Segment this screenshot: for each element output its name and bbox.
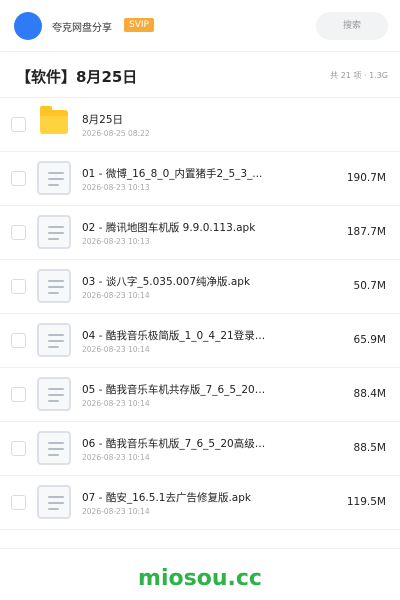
item-size: 119.5M	[346, 496, 386, 508]
file-icon	[37, 323, 71, 357]
folder-meta: 共 21 项 · 1.3G	[330, 71, 388, 80]
list-item[interactable]: 04 - 酷我音乐极简版_1_0_4_21登录高级... 2026-08-23 …	[0, 314, 400, 368]
file-icon	[37, 161, 71, 195]
item-name: 05 - 酷我音乐车机共存版_7_6_5_20高级...	[82, 384, 272, 396]
item-date: 2026-08-23 10:14	[82, 345, 150, 354]
item-size: 65.9M	[353, 334, 386, 346]
item-size: 50.7M	[353, 280, 386, 292]
item-name: 01 - 微博_16_8_0_内置猪手2_5_3_...	[82, 168, 263, 180]
row-checkbox[interactable]	[11, 117, 26, 132]
item-date: 2026-08-25 08:22	[82, 129, 150, 138]
list-item[interactable]: 01 - 微博_16_8_0_内置猪手2_5_3_... 2026-08-23 …	[0, 152, 400, 206]
row-checkbox[interactable]	[11, 225, 26, 240]
file-icon	[37, 485, 71, 519]
watermark: miosou.cc	[138, 566, 262, 591]
row-checkbox[interactable]	[11, 171, 26, 186]
item-name: 02 - 腾讯地图车机版 9.9.0.113.apk	[82, 222, 256, 234]
file-icon	[37, 215, 71, 249]
list-item[interactable]: 05 - 酷我音乐车机共存版_7_6_5_20高级... 2026-08-23 …	[0, 368, 400, 422]
item-date: 2026-08-23 10:13	[82, 237, 150, 246]
item-size: 88.4M	[353, 388, 386, 400]
page-title: 【软件】8月25日	[16, 68, 138, 86]
list-item[interactable]: 06 - 酷我音乐车机版_7_6_5_20高级版.... 2026-08-23 …	[0, 422, 400, 476]
item-date: 2026-08-23 10:14	[82, 291, 150, 300]
item-name: 07 - 酷安_16.5.1去广告修复版.apk	[82, 492, 251, 504]
item-date: 2026-08-23 10:14	[82, 453, 150, 462]
file-list: 8月25日 2026-08-25 08:22 01 - 微博_16_8_0_内置…	[0, 98, 400, 530]
folder-icon	[40, 106, 68, 134]
file-icon	[37, 377, 71, 411]
item-date: 2026-08-23 10:14	[82, 507, 150, 516]
item-size: 187.7M	[346, 226, 386, 238]
item-date: 2026-08-23 10:14	[82, 399, 150, 408]
list-item[interactable]: 02 - 腾讯地图车机版 9.9.0.113.apk 2026-08-23 10…	[0, 206, 400, 260]
row-checkbox[interactable]	[11, 441, 26, 456]
item-size: 190.7M	[346, 172, 386, 184]
app-title: 夸克网盘分享	[52, 23, 112, 34]
item-name: 06 - 酷我音乐车机版_7_6_5_20高级版....	[82, 438, 272, 450]
item-date: 2026-08-23 10:13	[82, 183, 150, 192]
item-size: 88.5M	[353, 442, 386, 454]
search-button[interactable]: 搜索	[316, 12, 388, 40]
file-icon	[37, 431, 71, 465]
row-checkbox[interactable]	[11, 333, 26, 348]
item-name: 8月25日	[82, 114, 124, 126]
item-name: 04 - 酷我音乐极简版_1_0_4_21登录高级...	[82, 330, 272, 342]
file-icon	[37, 269, 71, 303]
row-checkbox[interactable]	[11, 279, 26, 294]
avatar[interactable]	[14, 12, 42, 40]
svip-badge[interactable]: SVIP	[124, 18, 154, 32]
row-checkbox[interactable]	[11, 495, 26, 510]
item-name: 03 - 谈八字_5.035.007纯净版.apk	[82, 276, 251, 288]
list-item[interactable]: 8月25日 2026-08-25 08:22	[0, 98, 400, 152]
row-checkbox[interactable]	[11, 387, 26, 402]
list-item[interactable]: 03 - 谈八字_5.035.007纯净版.apk 2026-08-23 10:…	[0, 260, 400, 314]
top-bar: 夸克网盘分享 SVIP 搜索	[0, 0, 400, 52]
folder-header: 【软件】8月25日 共 21 项 · 1.3G	[0, 52, 400, 98]
list-item[interactable]: 07 - 酷安_16.5.1去广告修复版.apk 2026-08-23 10:1…	[0, 476, 400, 530]
